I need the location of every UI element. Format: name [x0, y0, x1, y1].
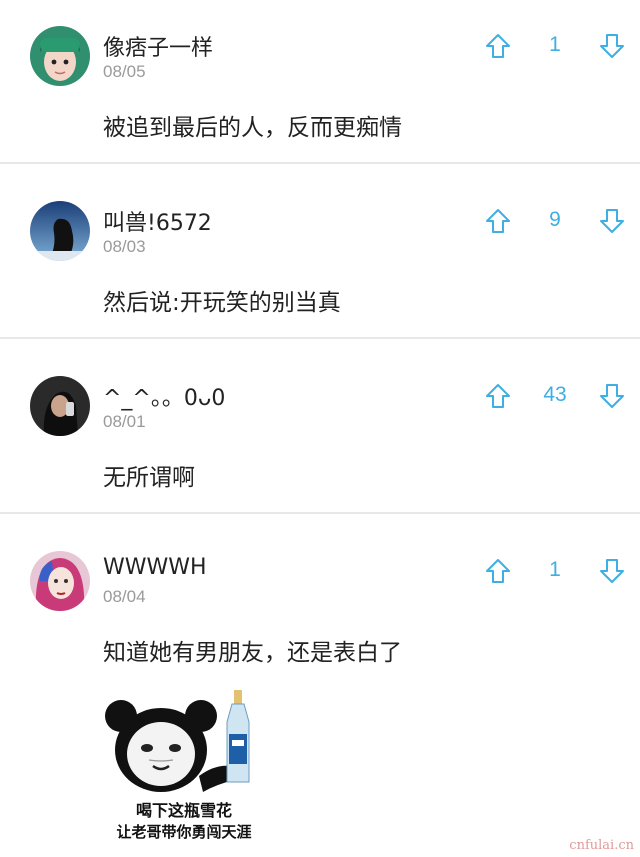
- comment-text: 无所谓啊: [103, 465, 195, 491]
- divider: [0, 337, 640, 339]
- comment-item: 叫兽!6572 08/03 然后说:开玩笑的别当真 9: [0, 175, 640, 337]
- username[interactable]: 像痞子一样: [103, 30, 213, 62]
- avatar[interactable]: [30, 551, 90, 611]
- comment-date: 08/04: [103, 587, 146, 606]
- username[interactable]: ^_^。。0ᴗ0: [103, 380, 225, 412]
- arrow-up-icon[interactable]: [485, 208, 511, 234]
- avatar[interactable]: [30, 201, 90, 261]
- meme-caption-line-2: 让老哥带你勇闯天涯: [116, 823, 252, 841]
- panda-meme-illustration: [103, 684, 265, 796]
- arrow-down-icon[interactable]: [599, 558, 625, 584]
- divider: [0, 512, 640, 514]
- arrow-down-icon[interactable]: [599, 383, 625, 409]
- avatar[interactable]: [30, 376, 90, 436]
- arrow-down-icon[interactable]: [599, 208, 625, 234]
- username[interactable]: 叫兽!6572: [103, 205, 212, 237]
- vote-count: 43: [543, 383, 567, 406]
- comment-text: 知道她有男朋友，还是表白了: [103, 640, 402, 666]
- meme-image[interactable]: 喝下这瓶雪花 让老哥带你勇闯天涯: [103, 684, 265, 844]
- vote-count: 1: [549, 33, 561, 56]
- meme-caption-line-1: 喝下这瓶雪花: [135, 801, 232, 820]
- comment-date: 08/01: [103, 412, 146, 431]
- vote-count: 1: [549, 558, 561, 581]
- comment-date: 08/03: [103, 237, 146, 256]
- comment-text: 然后说:开玩笑的别当真: [103, 290, 341, 316]
- vote-count: 9: [549, 208, 561, 231]
- comment-item: WWWWH 08/04 知道她有男朋友，还是表白了 1: [0, 525, 640, 857]
- arrow-up-icon[interactable]: [485, 383, 511, 409]
- watermark: cnfulai.cn: [569, 838, 634, 853]
- comment-text: 被追到最后的人，反而更痴情: [103, 115, 402, 141]
- comment-date: 08/05: [103, 62, 146, 81]
- comment-item: 像痞子一样 08/05 被追到最后的人，反而更痴情 1: [0, 0, 640, 162]
- username[interactable]: WWWWH: [103, 555, 207, 580]
- avatar[interactable]: [30, 26, 90, 86]
- comment-item: ^_^。。0ᴗ0 08/01 无所谓啊 43: [0, 350, 640, 512]
- arrow-up-icon[interactable]: [485, 33, 511, 59]
- divider: [0, 162, 640, 164]
- arrow-up-icon[interactable]: [485, 558, 511, 584]
- arrow-down-icon[interactable]: [599, 33, 625, 59]
